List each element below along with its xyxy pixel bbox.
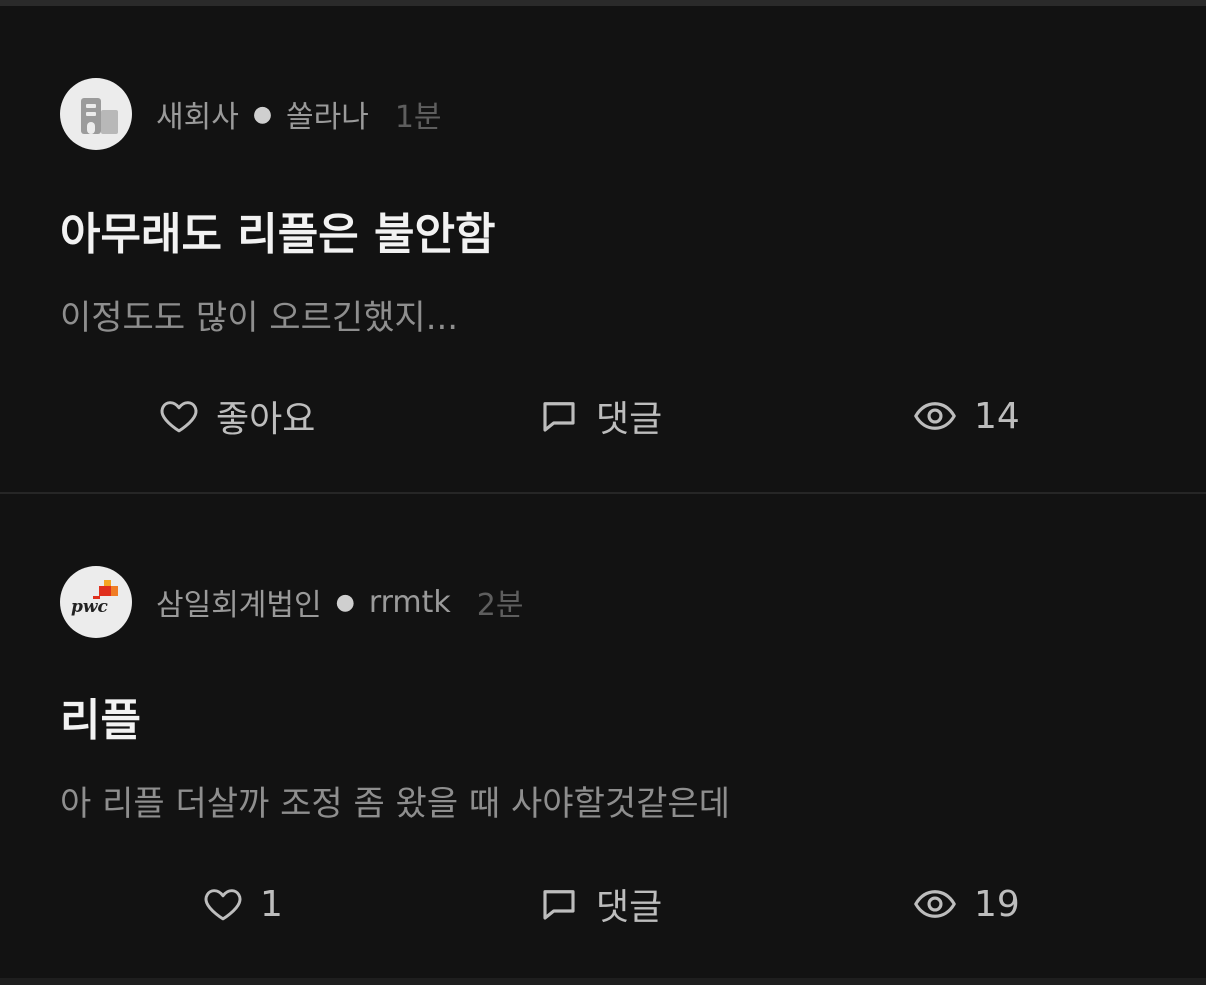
heart-icon xyxy=(160,401,198,433)
eye-icon xyxy=(914,890,956,918)
like-label: 좋아요 xyxy=(216,399,316,440)
pwc-logo-text: pwc xyxy=(71,597,109,617)
separator-dot: ● xyxy=(335,589,355,615)
eye-icon xyxy=(914,402,956,430)
views-label: 19 xyxy=(974,883,1020,925)
building-icon[interactable] xyxy=(60,78,132,150)
post-card[interactable]: 새회사 ● 쏠라나 1분 아무래도 리플은 불안함 이정도도 많이 오르긴했지.… xyxy=(0,6,1206,492)
post-actions: 좋아요 댓글 14 xyxy=(0,386,1206,446)
comment-icon xyxy=(543,890,575,920)
company-name[interactable]: 삼일회계법인 xyxy=(156,580,322,624)
like-count: 1 xyxy=(260,883,283,925)
post-title[interactable]: 리플 xyxy=(60,684,141,748)
comment-label: 댓글 xyxy=(596,887,663,928)
post-card[interactable]: pwc 삼일회계법인 ● rrmtk 2분 리플 아 리플 더살까 조정 좀 왔… xyxy=(0,494,1206,978)
pwc-logo[interactable]: pwc xyxy=(60,566,132,638)
heart-icon xyxy=(204,889,242,921)
comment-icon xyxy=(543,402,575,432)
author-name[interactable]: 쏠라나 xyxy=(286,92,369,136)
comment-button[interactable]: 댓글 xyxy=(538,874,662,934)
post-title[interactable]: 아무래도 리플은 불안함 xyxy=(60,198,495,262)
post-header: pwc 삼일회계법인 ● rrmtk 2분 xyxy=(60,566,523,638)
post-time: 1분 xyxy=(394,100,442,135)
post-time: 2분 xyxy=(476,588,524,623)
comment-button[interactable]: 댓글 xyxy=(538,386,662,446)
post-actions: 1 댓글 19 xyxy=(0,874,1206,934)
like-button[interactable]: 좋아요 xyxy=(158,386,315,446)
post-meta: 새회사 ● 쏠라나 1분 xyxy=(156,92,442,136)
views-label: 14 xyxy=(974,395,1020,437)
post-snippet[interactable]: 아 리플 더살까 조정 좀 왔을 때 사야할것같은데 xyxy=(60,776,730,825)
separator-dot: ● xyxy=(252,101,273,127)
post-divider xyxy=(0,978,1206,985)
post-snippet[interactable]: 이정도도 많이 오르긴했지... xyxy=(60,290,458,339)
views-count: 19 xyxy=(912,874,1020,934)
views-count: 14 xyxy=(912,386,1020,446)
company-name[interactable]: 새회사 xyxy=(156,92,239,136)
post-meta: 삼일회계법인 ● rrmtk 2분 xyxy=(156,580,523,624)
comment-label: 댓글 xyxy=(596,399,663,440)
like-button[interactable]: 1 xyxy=(202,874,283,934)
post-header: 새회사 ● 쏠라나 1분 xyxy=(60,78,442,150)
author-name[interactable]: rrmtk xyxy=(369,585,451,620)
